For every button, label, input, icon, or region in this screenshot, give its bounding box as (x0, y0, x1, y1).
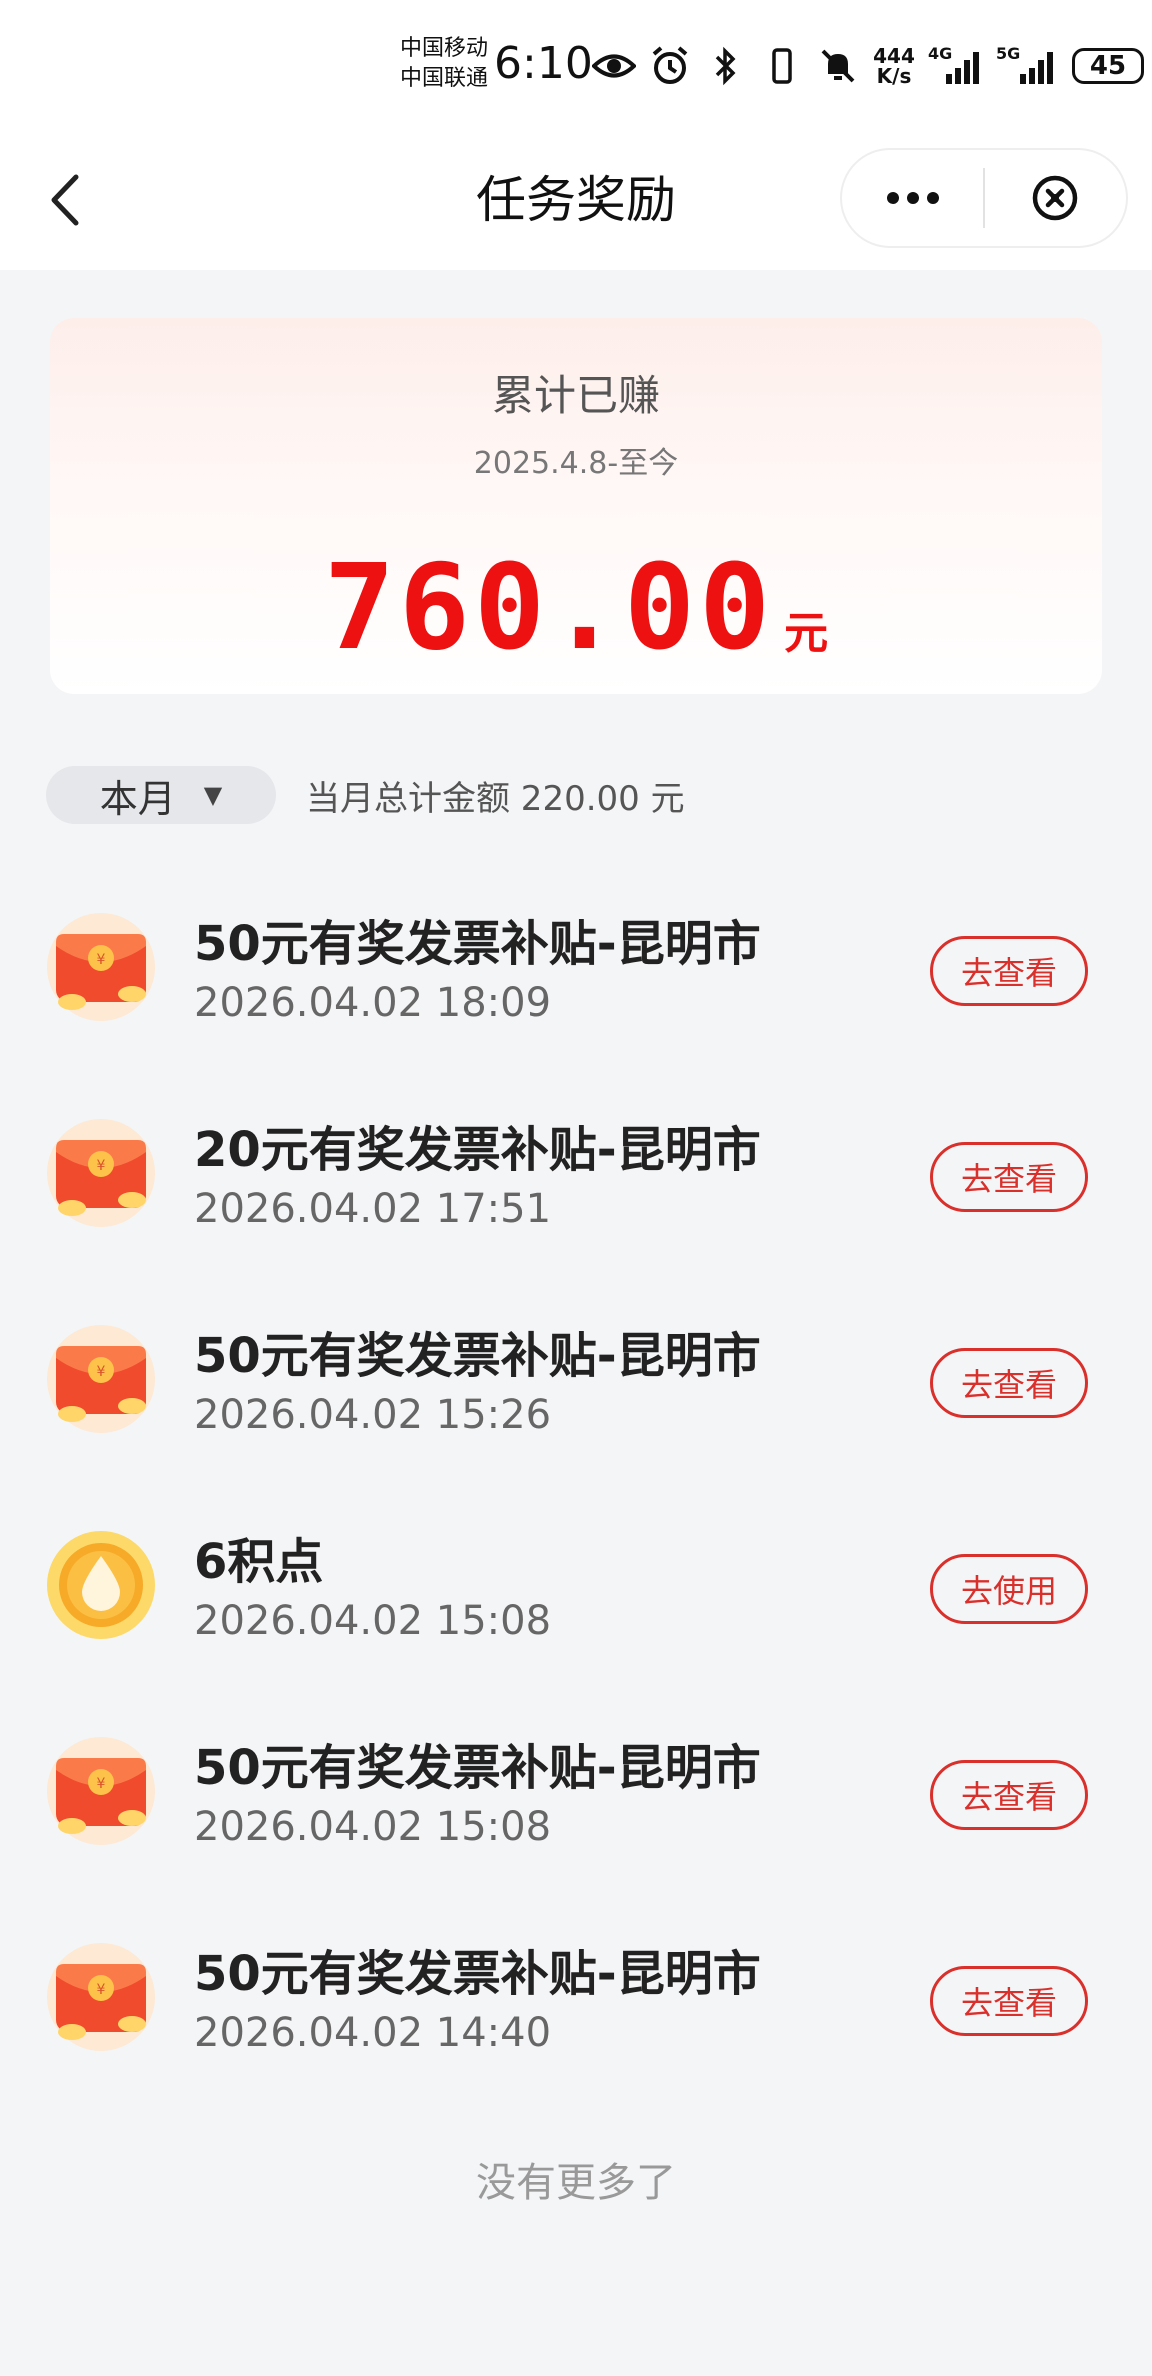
list-item: ¥ 50元有奖发票补贴-昆明市 2026.04.02 15:08 去查看 (0, 1698, 1152, 1904)
svg-text:¥: ¥ (97, 1982, 106, 1998)
item-title: 50元有奖发票补贴-昆明市 (194, 1328, 761, 1384)
back-button[interactable] (30, 160, 100, 240)
total-earned-amount: 760.00 元 (50, 538, 1102, 676)
more-dots-icon (886, 192, 939, 204)
signal-4g-icon: 4G (928, 44, 984, 84)
nav-bar: 任务奖励 (0, 130, 1152, 270)
month-total-amount: 当月总计金额 220.00 元 (306, 778, 685, 819)
amount-unit: 元 (784, 608, 829, 659)
month-selector-label: 本月 (99, 776, 176, 821)
month-filter-row: 本月 ▼ 当月总计金额 220.00 元 (46, 766, 685, 824)
item-time: 2026.04.02 14:40 (194, 2010, 552, 2056)
back-arrow-icon (51, 174, 79, 226)
item-time: 2026.04.02 15:08 (194, 1598, 552, 1644)
summary-title: 累计已赚 (491, 371, 660, 420)
list-item: ¥ 50元有奖发票补贴-昆明市 2026.04.02 15:26 去查看 (0, 1286, 1152, 1492)
view-button[interactable]: 去查看 (930, 1142, 1088, 1212)
item-title: 6积点 (194, 1534, 324, 1590)
status-bar: 中国移动 中国联通 6:10 444 K/s 4G 5G 45 (0, 0, 1152, 130)
battery-icon: 45 (1072, 48, 1144, 84)
view-button[interactable]: 去查看 (930, 936, 1088, 1006)
eye-icon (592, 44, 636, 88)
bluetooth-icon (704, 44, 748, 88)
red-envelope-icon: ¥ (46, 1118, 156, 1228)
view-button[interactable]: 去查看 (930, 1966, 1088, 2036)
item-title: 20元有奖发票补贴-昆明市 (194, 1122, 761, 1178)
item-time: 2026.04.02 18:09 (194, 980, 552, 1026)
reward-list: ¥ 50元有奖发票补贴-昆明市 2026.04.02 18:09 去查看 ¥ 2… (0, 874, 1152, 2110)
item-time: 2026.04.02 15:08 (194, 1804, 552, 1850)
red-envelope-icon: ¥ (46, 1942, 156, 2052)
status-time: 6:10 (494, 38, 593, 89)
use-button[interactable]: 去使用 (930, 1554, 1088, 1624)
svg-text:¥: ¥ (97, 1158, 106, 1174)
carrier-2: 中国联通 (400, 66, 489, 91)
mini-program-capsule (840, 148, 1128, 248)
alarm-icon (648, 44, 692, 88)
red-envelope-icon: ¥ (46, 1736, 156, 1846)
item-title: 50元有奖发票补贴-昆明市 (194, 1740, 761, 1796)
no-more-text: 没有更多了 (476, 2160, 676, 2206)
red-envelope-icon: ¥ (46, 1324, 156, 1434)
earnings-summary-card: 累计已赚 2025.4.8-至今 760.00 元 (50, 318, 1102, 694)
view-button[interactable]: 去查看 (930, 1348, 1088, 1418)
list-item: ¥ 20元有奖发票补贴-昆明市 2026.04.02 17:51 去查看 (0, 1080, 1152, 1286)
list-item: ¥ 50元有奖发票补贴-昆明市 2026.04.02 14:40 去查看 (0, 1904, 1152, 2110)
view-button[interactable]: 去查看 (930, 1760, 1088, 1830)
item-title: 50元有奖发票补贴-昆明市 (194, 1946, 761, 2002)
points-drop-icon (46, 1530, 156, 1640)
mute-icon (816, 44, 860, 88)
carrier-names: 中国移动 中国联通 (400, 34, 492, 94)
amount-value: 760.00 (323, 538, 775, 676)
item-time: 2026.04.02 17:51 (194, 1186, 552, 1232)
item-title: 50元有奖发票补贴-昆明市 (194, 916, 761, 972)
dropdown-arrow-icon: ▼ (203, 781, 223, 809)
more-button[interactable] (842, 148, 983, 248)
svg-text:¥: ¥ (97, 1364, 106, 1380)
status-icons: 444 K/s 4G 5G 45 (592, 40, 1152, 92)
signal-5g-icon: 5G (996, 44, 1060, 84)
list-item: 6积点 2026.04.02 15:08 去使用 (0, 1492, 1152, 1698)
svg-text:¥: ¥ (97, 1776, 106, 1792)
carrier-1: 中国移动 (400, 36, 489, 61)
network-speed: 444 K/s (873, 44, 915, 88)
item-time: 2026.04.02 15:26 (194, 1392, 552, 1438)
vibrate-icon (760, 44, 804, 88)
month-selector[interactable]: 本月 ▼ (46, 766, 276, 824)
list-item: ¥ 50元有奖发票补贴-昆明市 2026.04.02 18:09 去查看 (0, 874, 1152, 1080)
summary-date-range: 2025.4.8-至今 (473, 446, 679, 481)
svg-text:¥: ¥ (97, 952, 106, 968)
close-button[interactable] (985, 148, 1126, 248)
red-envelope-icon: ¥ (46, 912, 156, 1022)
close-circle-icon (1033, 175, 1078, 221)
